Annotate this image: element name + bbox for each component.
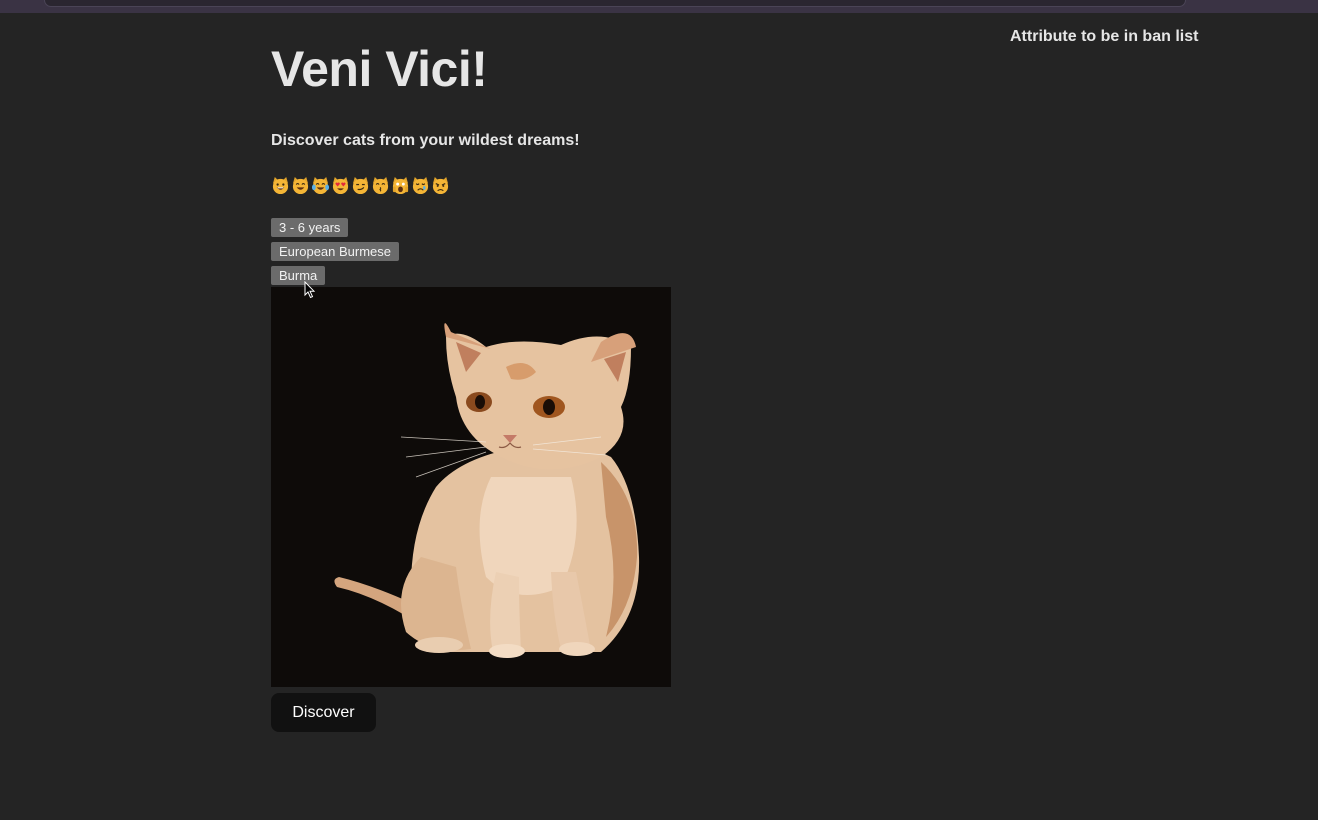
page-title: Veni Vici!: [271, 41, 488, 97]
ban-list-title: Attribute to be in ban list: [1010, 28, 1199, 45]
heart-eyes-cat-icon: [332, 176, 349, 195]
cat-image: [271, 287, 671, 687]
cat-tears-of-joy-icon: [311, 176, 330, 195]
attribute-tags: 3 - 6 years European Burmese Burma: [271, 218, 400, 290]
smirk-cat-icon: [352, 176, 369, 195]
pouting-cat-icon: [432, 176, 449, 195]
browser-address-bar[interactable]: [44, 0, 1186, 7]
emoji-row: [271, 176, 450, 195]
tag-origin[interactable]: Burma: [271, 266, 326, 285]
kissing-cat-icon: [372, 176, 389, 195]
discover-button[interactable]: Discover: [271, 693, 376, 732]
weary-cat-icon: [392, 176, 409, 195]
main-content: Veni Vici! Discover cats from your wilde…: [271, 40, 691, 732]
page-subtitle: Discover cats from your wildest dreams!: [271, 132, 580, 149]
tag-life-span[interactable]: 3 - 6 years: [271, 218, 349, 237]
crying-cat-icon: [412, 176, 429, 195]
tag-breed[interactable]: European Burmese: [271, 242, 400, 261]
cat-illustration: [334, 323, 640, 658]
grinning-cat-face-icon: [272, 176, 289, 195]
mouse-pointer-icon: [304, 281, 316, 299]
browser-top-strip: [0, 0, 1318, 13]
smiling-cat-face-icon: [292, 176, 309, 195]
